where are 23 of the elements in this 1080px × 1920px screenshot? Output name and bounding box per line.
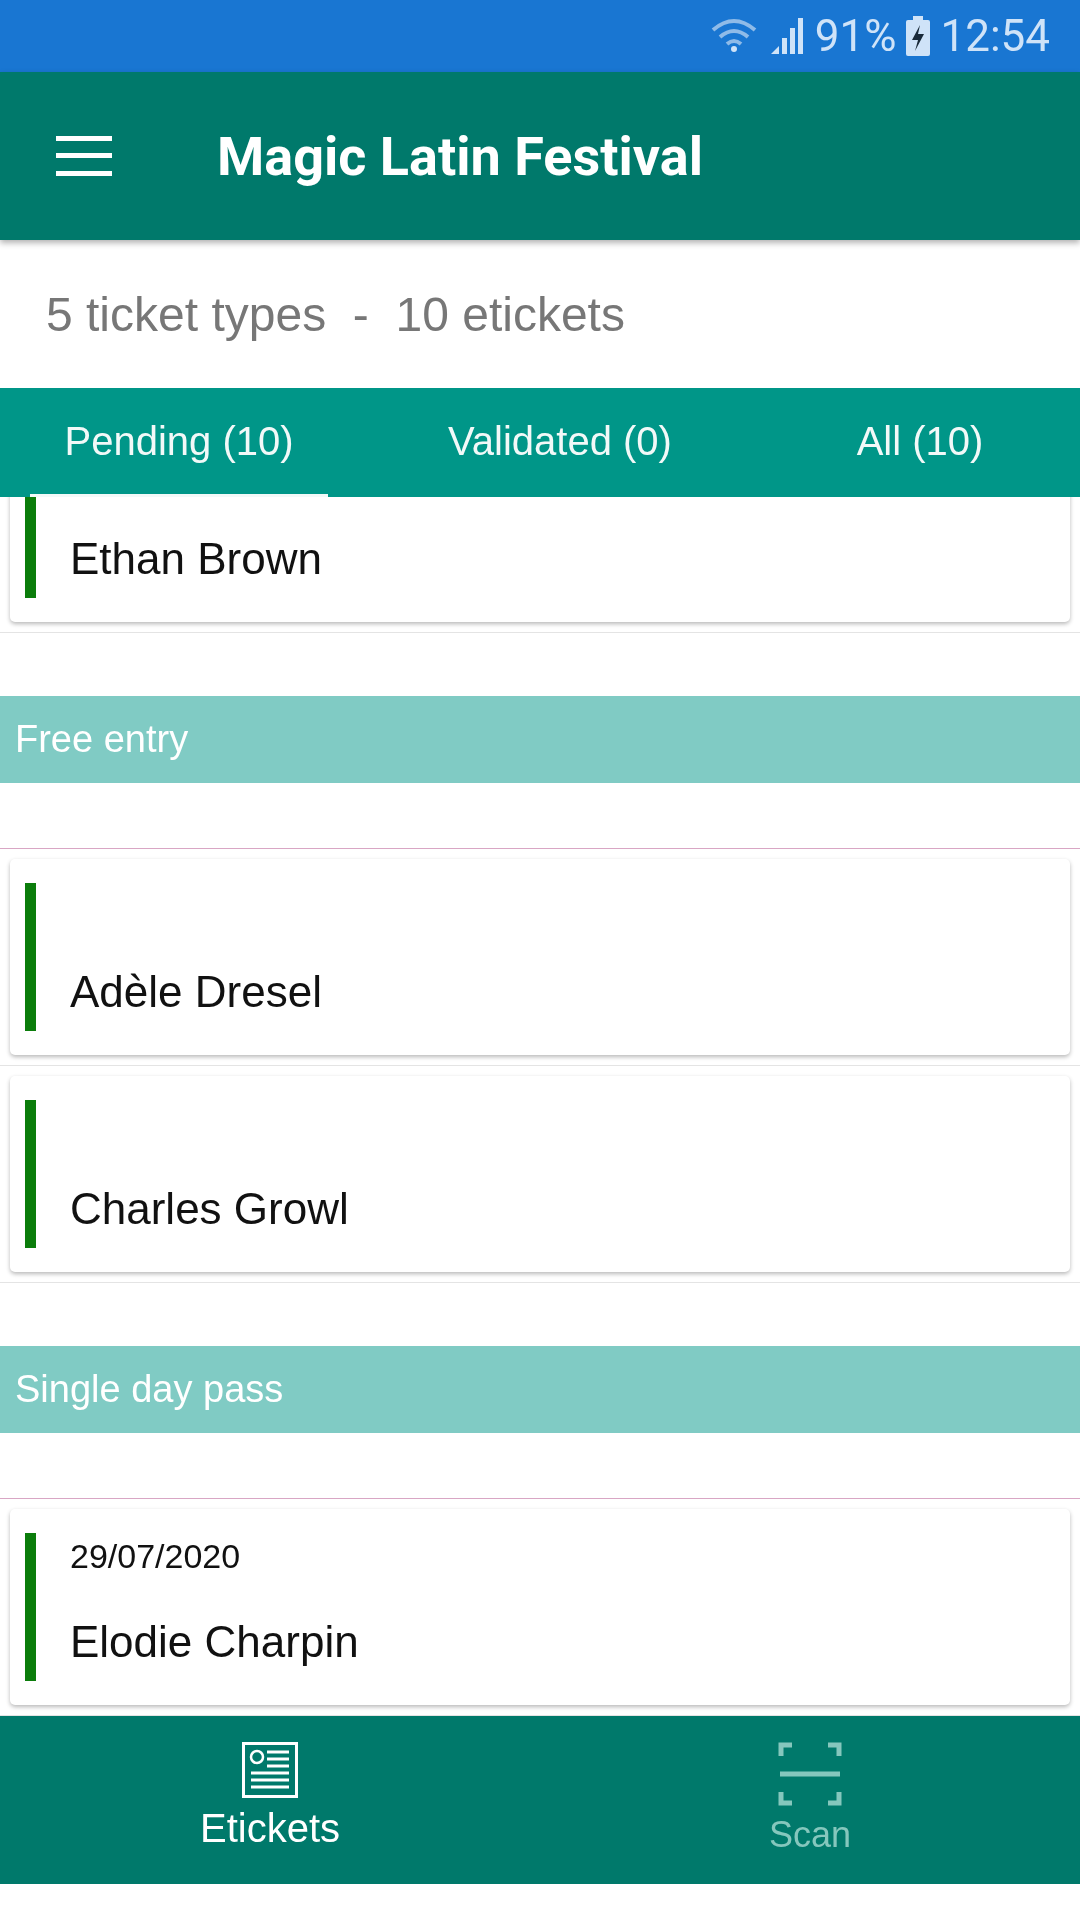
menu-icon[interactable] bbox=[56, 134, 112, 178]
tab[interactable]: Validated (0) bbox=[370, 388, 750, 497]
ticket-card[interactable]: 29/07/2020 Elodie Charpin bbox=[10, 1509, 1070, 1705]
tab[interactable]: All (10) bbox=[750, 388, 1080, 497]
document-icon bbox=[242, 1742, 298, 1798]
battery-icon bbox=[906, 16, 931, 56]
ticket-summary: 5 ticket types - 10 etickets bbox=[45, 286, 626, 343]
section-header: Single day pass bbox=[0, 1346, 1080, 1433]
app-title: Magic Latin Festival bbox=[217, 124, 703, 188]
ticket-card[interactable]: Charles Growl bbox=[10, 1076, 1070, 1272]
attendee-name: Adèle Dresel bbox=[70, 967, 322, 1017]
nav-tab[interactable]: Etickets bbox=[0, 1716, 540, 1884]
attendee-name: Elodie Charpin bbox=[70, 1617, 359, 1667]
clock-time: 12:54 bbox=[940, 10, 1050, 62]
section-header: Free entry bbox=[0, 696, 1080, 783]
battery-level: 91% bbox=[814, 10, 897, 62]
attendee-name: Ethan Brown bbox=[70, 534, 322, 584]
ticket-date: 29/07/2020 bbox=[70, 1537, 242, 1576]
ticket-card[interactable]: Ethan Brown bbox=[10, 497, 1070, 622]
ticket-card[interactable]: Adèle Dresel bbox=[10, 859, 1070, 1055]
scan-icon bbox=[778, 1742, 842, 1806]
attendee-name: Charles Growl bbox=[70, 1184, 349, 1234]
nav-tab[interactable]: Scan bbox=[540, 1716, 1080, 1884]
